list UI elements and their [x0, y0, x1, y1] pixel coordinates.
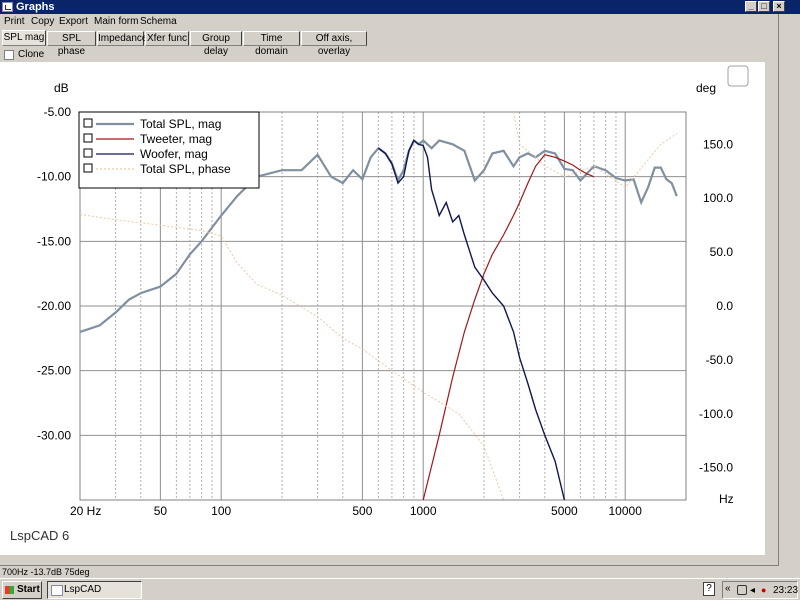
right-axis-tick-label: -100.0: [699, 407, 733, 421]
left-axis-label: dB: [54, 81, 69, 95]
maximize-button[interactable]: □: [758, 1, 770, 12]
legend-checkbox: [83, 148, 93, 158]
right-axis-tick-label: 0.0: [716, 299, 733, 313]
menu-copy[interactable]: Copy: [31, 16, 54, 27]
left-axis-tick-label: -30.00: [37, 428, 71, 442]
x-axis-tick-label: 1000: [410, 504, 437, 518]
left-axis-tick-label: -20.00: [37, 299, 71, 313]
close-button[interactable]: ×: [773, 1, 785, 12]
legend-entry: Woofer, mag: [140, 147, 208, 161]
menu-export[interactable]: Export: [59, 16, 88, 27]
right-axis-tick-label: -150.0: [699, 461, 733, 475]
left-axis-tick-label: -5.00: [44, 105, 72, 119]
tab-xfer-func[interactable]: Xfer func: [145, 31, 189, 46]
right-panel: [778, 14, 800, 566]
legend-checkbox: [83, 118, 93, 128]
window-title: Graphs: [16, 1, 55, 13]
help-icon[interactable]: ?: [703, 582, 715, 596]
clone-checkbox[interactable]: [4, 50, 14, 60]
x-axis-tick-label: 100: [211, 504, 231, 518]
status-bar: 700Hz -13.7dB 75deg: [0, 565, 778, 577]
legend-entry: Total SPL, phase: [140, 162, 231, 176]
menu-schema[interactable]: Schema: [140, 16, 177, 27]
spl-chart: -5.00 -10.00 -15.00 -20.00 -25.00 -30.00 150.0…: [10, 65, 749, 543]
tab-group-delay[interactable]: Group delay: [190, 31, 242, 57]
legend-checkbox: [83, 163, 93, 173]
tab-impedance[interactable]: Impedance: [97, 31, 147, 46]
x-axis-tick-label: 20 Hz: [70, 504, 101, 518]
taskbar: Start LspCAD ? « ◂ ● 23:23: [0, 578, 800, 600]
x-axis-tick-label: 10000: [609, 504, 643, 518]
menu-print[interactable]: Print: [4, 16, 25, 27]
security-icon[interactable]: ●: [761, 585, 766, 595]
system-tray: « ◂ ● 23:23: [722, 581, 798, 599]
series-line-2: [377, 139, 566, 501]
graphs-app-icon: [2, 2, 13, 12]
title-bar: Graphs: [0, 0, 800, 14]
start-button[interactable]: Start: [2, 581, 42, 599]
clone-label: Clone: [18, 49, 45, 60]
clock: 23:23: [773, 585, 799, 596]
right-axis-tick-label: 150.0: [703, 137, 733, 151]
tab-spl-mag[interactable]: SPL mag: [2, 30, 46, 46]
menu-main-form[interactable]: Main form: [94, 16, 138, 27]
x-axis-tick-label: 500: [352, 504, 372, 518]
x-axis-label: Hz: [719, 492, 734, 506]
legend-checkbox: [83, 133, 93, 143]
tab-strip: SPL mag SPL phase Impedance Xfer func Gr…: [0, 30, 778, 57]
x-axis-tick-label: 50: [154, 504, 168, 518]
watermark: LspCAD 6: [10, 528, 69, 543]
left-axis-tick-label: -15.00: [37, 234, 71, 248]
series-line-1: [422, 154, 595, 501]
right-axis-tick-label: -50.0: [706, 353, 734, 367]
right-axis-tick-label: 50.0: [710, 245, 734, 259]
legend-entry: Total SPL, mag: [140, 117, 221, 131]
left-axis-tick-label: -10.00: [37, 170, 71, 184]
overlay-toggle-box: [727, 65, 749, 87]
tab-off-axis-overlay[interactable]: Off axis, overlay: [301, 31, 367, 57]
tab-time-domain[interactable]: Time domain: [243, 31, 300, 57]
tray-expand-icon[interactable]: «: [725, 583, 731, 594]
network-icon[interactable]: [737, 585, 747, 595]
menu-bar: Print Copy Export Main form Schema: [0, 14, 778, 30]
legend-entry: Tweeter, mag: [140, 132, 212, 146]
tab-spl-phase[interactable]: SPL phase: [47, 31, 96, 57]
taskbar-lspcad-item[interactable]: LspCAD: [47, 581, 142, 599]
right-axis-label: deg: [696, 81, 716, 95]
right-axis-tick-label: 100.0: [703, 191, 733, 205]
volume-icon[interactable]: ◂: [750, 585, 755, 596]
graph-panel: -5.00 -10.00 -15.00 -20.00 -25.00 -30.00 150.0…: [0, 62, 765, 555]
minimize-button[interactable]: _: [745, 1, 757, 12]
x-axis-tick-label: 5000: [551, 504, 578, 518]
left-axis-tick-label: -25.00: [37, 364, 71, 378]
